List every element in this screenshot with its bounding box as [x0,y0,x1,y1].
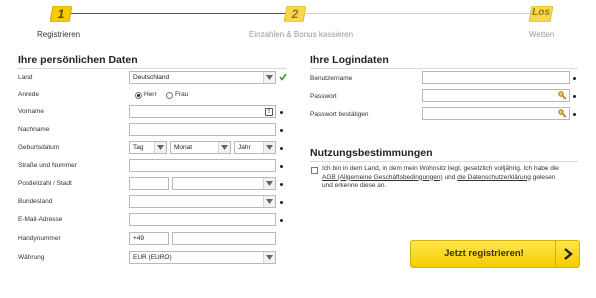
password-confirm-label: Passwort bestätigen [310,111,369,118]
handy-prefix-value: +49 [133,235,145,242]
vorname-label: Vorname [18,108,45,115]
terms-text: Ich bin in dem Land, in dem mein Wohnsit… [322,165,577,191]
required-marker [573,95,576,98]
terms-text-part: gelesen [532,173,556,181]
terms-text-part: und erkenne diese an. [322,182,387,189]
vorname-input[interactable]: ! [129,105,276,118]
caret-down-icon [266,181,273,186]
register-button-label: Jetzt registrieren! [444,248,524,259]
privacy-link[interactable]: die Datenschutzerklärung [457,174,531,181]
waehrung-select[interactable]: EUR (EURO) [129,251,276,264]
terms-text-part: Ich bin in dem Land, in dem mein Wohnsit… [322,165,559,172]
waehrung-value: EUR (EURO) [133,254,172,261]
username-input[interactable] [422,71,570,84]
step-badge-3: Los [529,6,553,22]
info-icon[interactable]: ! [265,108,273,116]
birth-year-select[interactable]: Jahr [234,141,276,154]
password-label: Passwort [310,93,337,100]
personal-data-divider [18,68,286,69]
key-icon[interactable] [558,109,567,118]
anrede-frau-label[interactable]: Frau [175,89,188,101]
check-icon [279,73,287,81]
stadt-select[interactable] [172,177,276,190]
required-marker [280,183,283,186]
required-marker [280,111,283,114]
caret-down-icon [266,199,273,204]
password-input[interactable] [422,89,570,102]
email-input[interactable] [129,213,276,226]
anrede-herr-label[interactable]: Herr [144,89,157,101]
plz-input[interactable] [129,177,169,190]
land-label: Land [18,74,33,81]
key-icon[interactable] [558,91,567,100]
anrede-herr-radio[interactable] [135,92,142,99]
login-data-heading: Ihre Logindaten [310,54,389,66]
step-badge-2: 2 [284,6,306,22]
birth-month-select[interactable]: Monat [170,141,231,154]
nachname-input[interactable] [129,123,276,136]
personal-data-heading: Ihre persönlichen Daten [18,54,138,66]
login-data-divider [310,68,578,69]
geburtsdatum-label: Geburtsdatum [18,144,60,151]
handy-label: Handynummer [18,235,61,242]
required-marker [280,129,283,132]
required-marker [280,147,283,150]
step-label-2: Einzahlen & Bonus kassieren [249,30,354,39]
registration-progress: 1 Registrieren 2 Einzahlen & Bonus kassi… [0,0,596,44]
caret-down-icon [266,75,273,80]
email-label: E-Mail-Adresse [18,216,63,223]
waehrung-label: Währung [18,254,45,261]
caret-down-icon [266,145,273,150]
progress-track-pending [306,13,531,14]
terms-divider [310,161,578,162]
step-badge-1: 1 [50,6,72,22]
register-button[interactable]: Jetzt registrieren! [410,240,580,268]
handy-prefix-input[interactable]: +49 [129,232,169,245]
birth-year-value: Jahr [238,144,251,151]
caret-down-icon [221,145,228,150]
land-select[interactable]: Deutschland [129,71,276,84]
anrede-label: Anrede [18,91,39,98]
chevron-right-icon [555,241,579,267]
password-confirm-input[interactable] [422,107,570,120]
terms-text-part: und [444,173,456,181]
required-marker [573,113,576,116]
terms-heading: Nutzungsbestimmungen [310,147,433,159]
land-value: Deutschland [133,74,170,81]
caret-down-icon [266,255,273,260]
nachname-label: Nachname [18,126,50,133]
birth-month-value: Monat [174,144,193,151]
strasse-input[interactable] [129,159,276,172]
terms-checkbox[interactable] [311,167,318,174]
anrede-frau-radio[interactable] [166,92,173,99]
bundesland-select[interactable] [129,195,276,208]
required-marker [280,201,283,204]
step-label-1: Registrieren [37,30,81,39]
required-marker [280,219,283,222]
required-marker [280,165,283,168]
birth-day-value: Tag [133,144,144,151]
bundesland-label: Bundesland [18,198,53,205]
strasse-label: Straße und Nummer [18,162,77,169]
username-label: Benutzername [310,75,353,82]
birth-day-select[interactable]: Tag [129,141,167,154]
required-marker [573,77,576,80]
handy-number-input[interactable] [172,232,276,245]
agb-link[interactable]: AGB (Allgemeine Geschäftsbedingungen) [322,174,443,181]
caret-down-icon [157,145,164,150]
progress-track-done [62,13,296,14]
plz-label: Postleitzahl / Stadt [18,180,72,187]
step-label-3: Wetten [529,30,555,39]
